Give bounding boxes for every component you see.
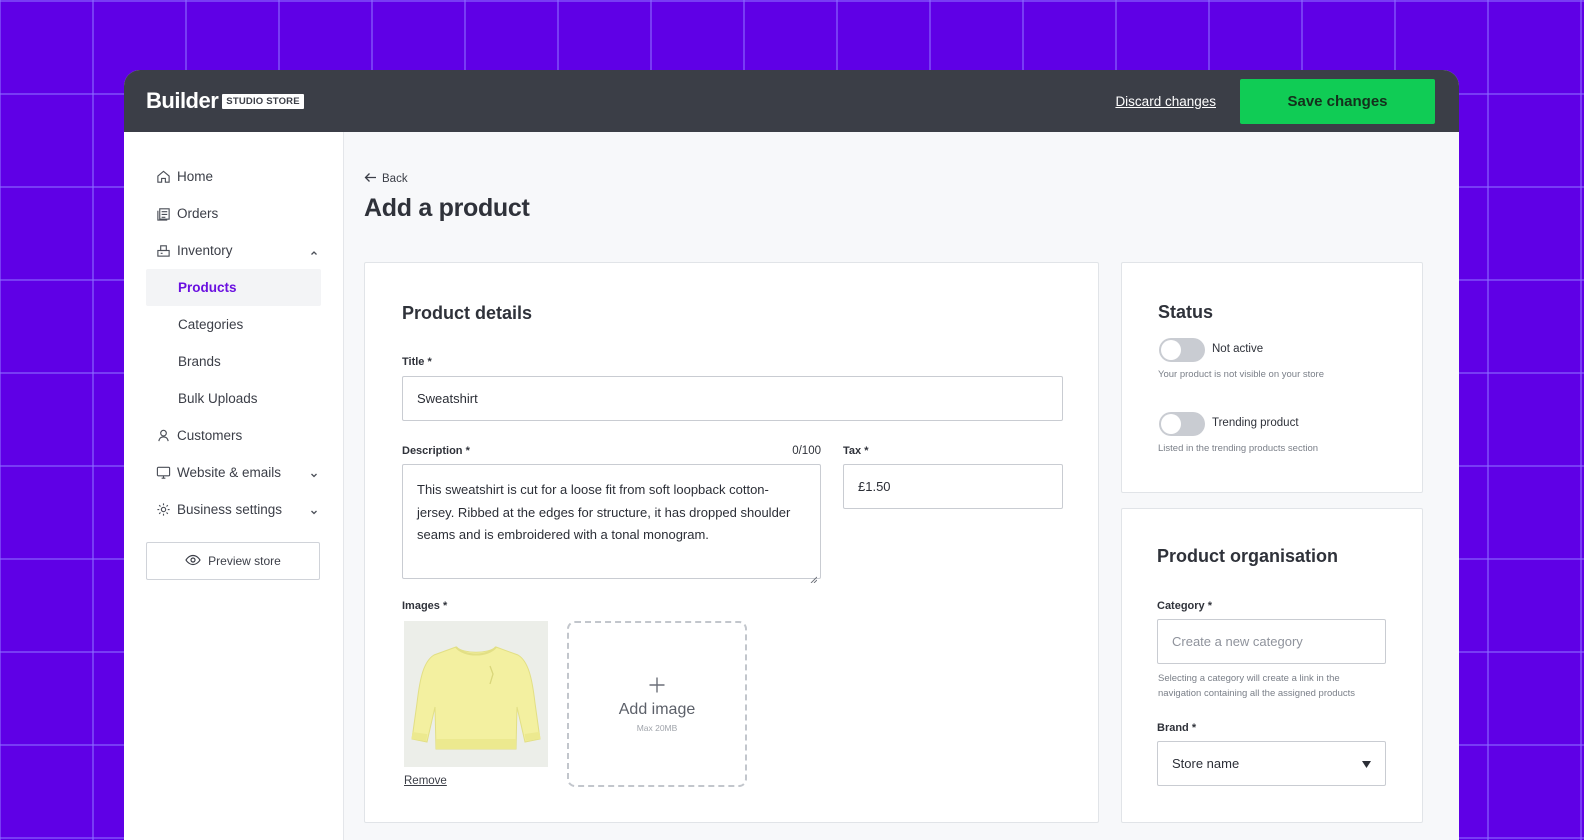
preview-store-button[interactable]: Preview store <box>146 542 320 580</box>
sidebar-item-label: Website & emails <box>177 465 282 480</box>
gear-icon <box>155 502 171 518</box>
orders-icon <box>155 206 171 222</box>
trending-toggle-label: Trending product <box>1212 417 1299 429</box>
sidebar-item-website-emails[interactable]: Website & emails <box>146 454 321 491</box>
active-toggle-label: Not active <box>1212 343 1264 355</box>
plus-icon <box>648 676 666 699</box>
active-toggle[interactable] <box>1159 338 1205 362</box>
description-textarea[interactable]: This sweatshirt is cut for a loose fit f… <box>402 464 821 584</box>
sidebar-item-inventory[interactable]: Inventory <box>146 232 321 269</box>
app-window: Builder STUDIO STORE Discard changes Sav… <box>124 70 1459 840</box>
sidebar-item-label: Business settings <box>177 502 283 517</box>
product-details-card: Product details Title * Sweatshirt Descr… <box>364 262 1099 823</box>
sidebar-item-orders[interactable]: Orders <box>146 195 321 232</box>
category-input[interactable]: Create a new category <box>1157 619 1386 664</box>
product-image <box>404 621 548 767</box>
sidebar-item-home[interactable]: Home <box>146 158 321 195</box>
sidebar-item-label: Inventory <box>177 243 233 258</box>
brand-label: Brand * <box>1157 722 1197 734</box>
tax-label: Tax * <box>843 445 869 457</box>
store-badge: STUDIO STORE <box>222 93 304 109</box>
sidebar-item-label: Categories <box>178 317 244 332</box>
home-icon <box>155 169 171 185</box>
add-image-hint: Max 20MB <box>636 722 678 733</box>
resize-grip-icon[interactable] <box>810 568 818 584</box>
card-heading: Status <box>1158 302 1214 322</box>
trending-toggle-hint: Listed in the trending products section <box>1158 443 1319 454</box>
logo-text: Builder <box>146 88 219 113</box>
eye-icon <box>185 554 201 569</box>
sidebar-item-label: Orders <box>177 206 219 221</box>
page-title: Add a product <box>364 194 530 222</box>
card-heading: Product details <box>402 303 533 323</box>
sidebar-item-categories[interactable]: Categories <box>146 306 321 343</box>
sidebar-item-products[interactable]: Products <box>146 269 321 306</box>
category-label: Category * <box>1157 600 1213 612</box>
chevron-up-icon <box>309 246 319 256</box>
sidebar-item-label: Customers <box>177 428 243 443</box>
preview-store-label: Preview store <box>208 554 281 568</box>
active-toggle-hint: Your product is not visible on your stor… <box>1158 369 1324 380</box>
chevron-down-icon <box>309 468 319 478</box>
top-bar: Builder STUDIO STORE Discard changes Sav… <box>124 70 1459 132</box>
add-image-dropzone[interactable]: Add image Max 20MB <box>567 621 747 787</box>
back-label: Back <box>382 173 408 185</box>
logo: Builder STUDIO STORE <box>146 88 304 114</box>
discard-changes-link[interactable]: Discard changes <box>1115 94 1216 109</box>
tax-input[interactable]: £1.50 <box>843 464 1063 509</box>
product-organisation-card: Product organisation Category * Create a… <box>1121 508 1423 823</box>
chevron-down-icon <box>309 505 319 515</box>
monitor-icon <box>155 465 171 481</box>
trending-toggle[interactable] <box>1159 412 1205 436</box>
sidebar: Home Orders Inventory Products Categorie… <box>124 132 344 840</box>
sidebar-item-label: Home <box>177 169 214 184</box>
sidebar-item-business-settings[interactable]: Business settings <box>146 491 321 528</box>
sidebar-item-bulk-uploads[interactable]: Bulk Uploads <box>146 380 321 417</box>
description-char-count: 0/100 <box>792 445 821 457</box>
title-input[interactable]: Sweatshirt <box>402 376 1063 421</box>
category-placeholder: Create a new category <box>1172 634 1303 649</box>
category-hint: Selecting a category will create a link … <box>1158 673 1355 699</box>
remove-image-link[interactable]: Remove <box>404 775 447 787</box>
brand-selected-value: Store name <box>1172 756 1240 771</box>
brand-select[interactable]: Store name <box>1157 741 1386 786</box>
arrow-left-icon <box>364 172 377 186</box>
add-image-label: Add image <box>618 700 696 718</box>
main-content: Back Add a product Product details Title… <box>364 132 1459 840</box>
customers-icon <box>155 428 171 444</box>
sidebar-item-label: Brands <box>178 354 221 369</box>
save-changes-button[interactable]: Save changes <box>1240 78 1435 124</box>
sidebar-item-label: Products <box>178 280 237 295</box>
back-link[interactable]: Back <box>364 172 408 186</box>
description-text: This sweatshirt is cut for a loose fit f… <box>417 482 791 542</box>
card-heading: Product organisation <box>1157 546 1339 566</box>
inventory-icon <box>155 243 171 259</box>
sidebar-item-label: Bulk Uploads <box>178 391 258 406</box>
sidebar-item-brands[interactable]: Brands <box>146 343 321 380</box>
images-label: Images * <box>402 600 448 612</box>
status-card: Status Not active Your product is not vi… <box>1121 262 1423 493</box>
sidebar-item-customers[interactable]: Customers <box>146 417 321 454</box>
caret-down-icon <box>1362 756 1371 771</box>
description-label: Description * <box>402 445 470 457</box>
title-label: Title * <box>402 356 432 368</box>
